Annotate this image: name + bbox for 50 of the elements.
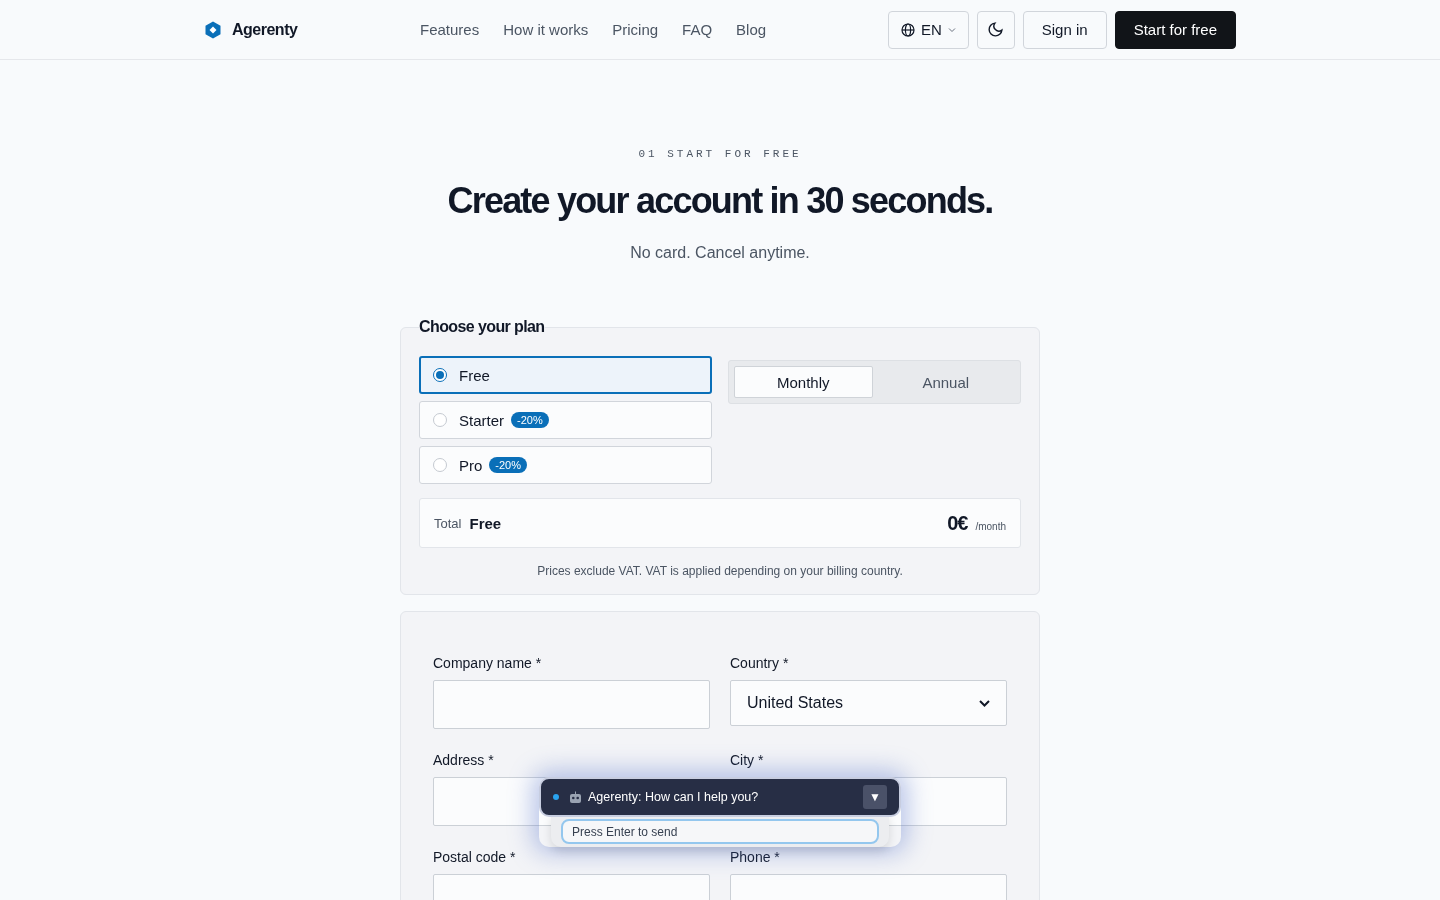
plan-option[interactable]: Starter -20% (419, 401, 712, 439)
chevron-down-icon (979, 699, 990, 707)
moon-icon (987, 21, 1005, 38)
plan-name: Free (459, 366, 490, 384)
nav-link[interactable]: Blog (736, 21, 767, 38)
nav-link[interactable]: Features (420, 21, 480, 38)
field-label: City * (730, 752, 765, 768)
input-field[interactable] (433, 680, 710, 729)
price-period: /month (975, 520, 1006, 532)
chat-input[interactable]: Press Enter to send (561, 819, 879, 844)
radio-icon (433, 458, 447, 472)
price: 0€ (947, 511, 968, 535)
page-title: Create your account in 30 seconds. (446, 180, 994, 222)
discount-badge: -20% (511, 412, 549, 428)
section-eyebrow: 01 START FOR FREE (637, 148, 803, 160)
language-button[interactable]: EN (887, 10, 969, 49)
plan-name: Starter (459, 411, 504, 429)
start-button[interactable]: Start for free (1114, 10, 1236, 49)
hexagon-logo-icon (204, 20, 222, 39)
nav-link[interactable]: How it works (503, 21, 589, 38)
chevron-down-icon (947, 26, 956, 33)
nav-link[interactable]: Pricing (612, 21, 659, 38)
theme-toggle-button[interactable] (976, 10, 1015, 49)
billing-tab[interactable]: Annual (876, 366, 1015, 398)
field-label: Company name * (433, 655, 543, 671)
vat-note: Prices exclude VAT. VAT is applied depending on your billing country. (536, 564, 904, 578)
total-label: Total (434, 515, 462, 531)
nav-link[interactable]: FAQ (682, 21, 713, 38)
radio-icon (433, 413, 447, 427)
collapse-button[interactable]: ▼ (863, 785, 887, 809)
page-subtitle: No card. Cancel anytime. (629, 244, 811, 262)
discount-badge: -20% (489, 457, 528, 473)
field-label: Country * (730, 655, 790, 671)
chat-title: Agerenty: How can I help you? (588, 790, 760, 804)
field-label: Phone * (730, 849, 781, 865)
status-dot (553, 794, 559, 800)
billing-tab[interactable]: Monthly (734, 366, 873, 398)
field-label: Postal code * (433, 849, 517, 865)
brand-name[interactable]: Agerenty (232, 20, 298, 39)
robot-icon (569, 790, 582, 804)
sign-in-button[interactable]: Sign in (1022, 10, 1107, 49)
globe-icon (900, 22, 915, 37)
plan-option[interactable]: Free (419, 356, 712, 394)
total-plan: Free (469, 514, 503, 532)
field-label: Address * (433, 752, 495, 768)
country-select[interactable]: United States (730, 680, 1007, 726)
plan-option[interactable]: Pro -20% (419, 446, 712, 484)
plan-name: Pro (459, 456, 483, 474)
radio-icon (433, 368, 447, 382)
plan-heading: Choose your plan (419, 318, 545, 336)
